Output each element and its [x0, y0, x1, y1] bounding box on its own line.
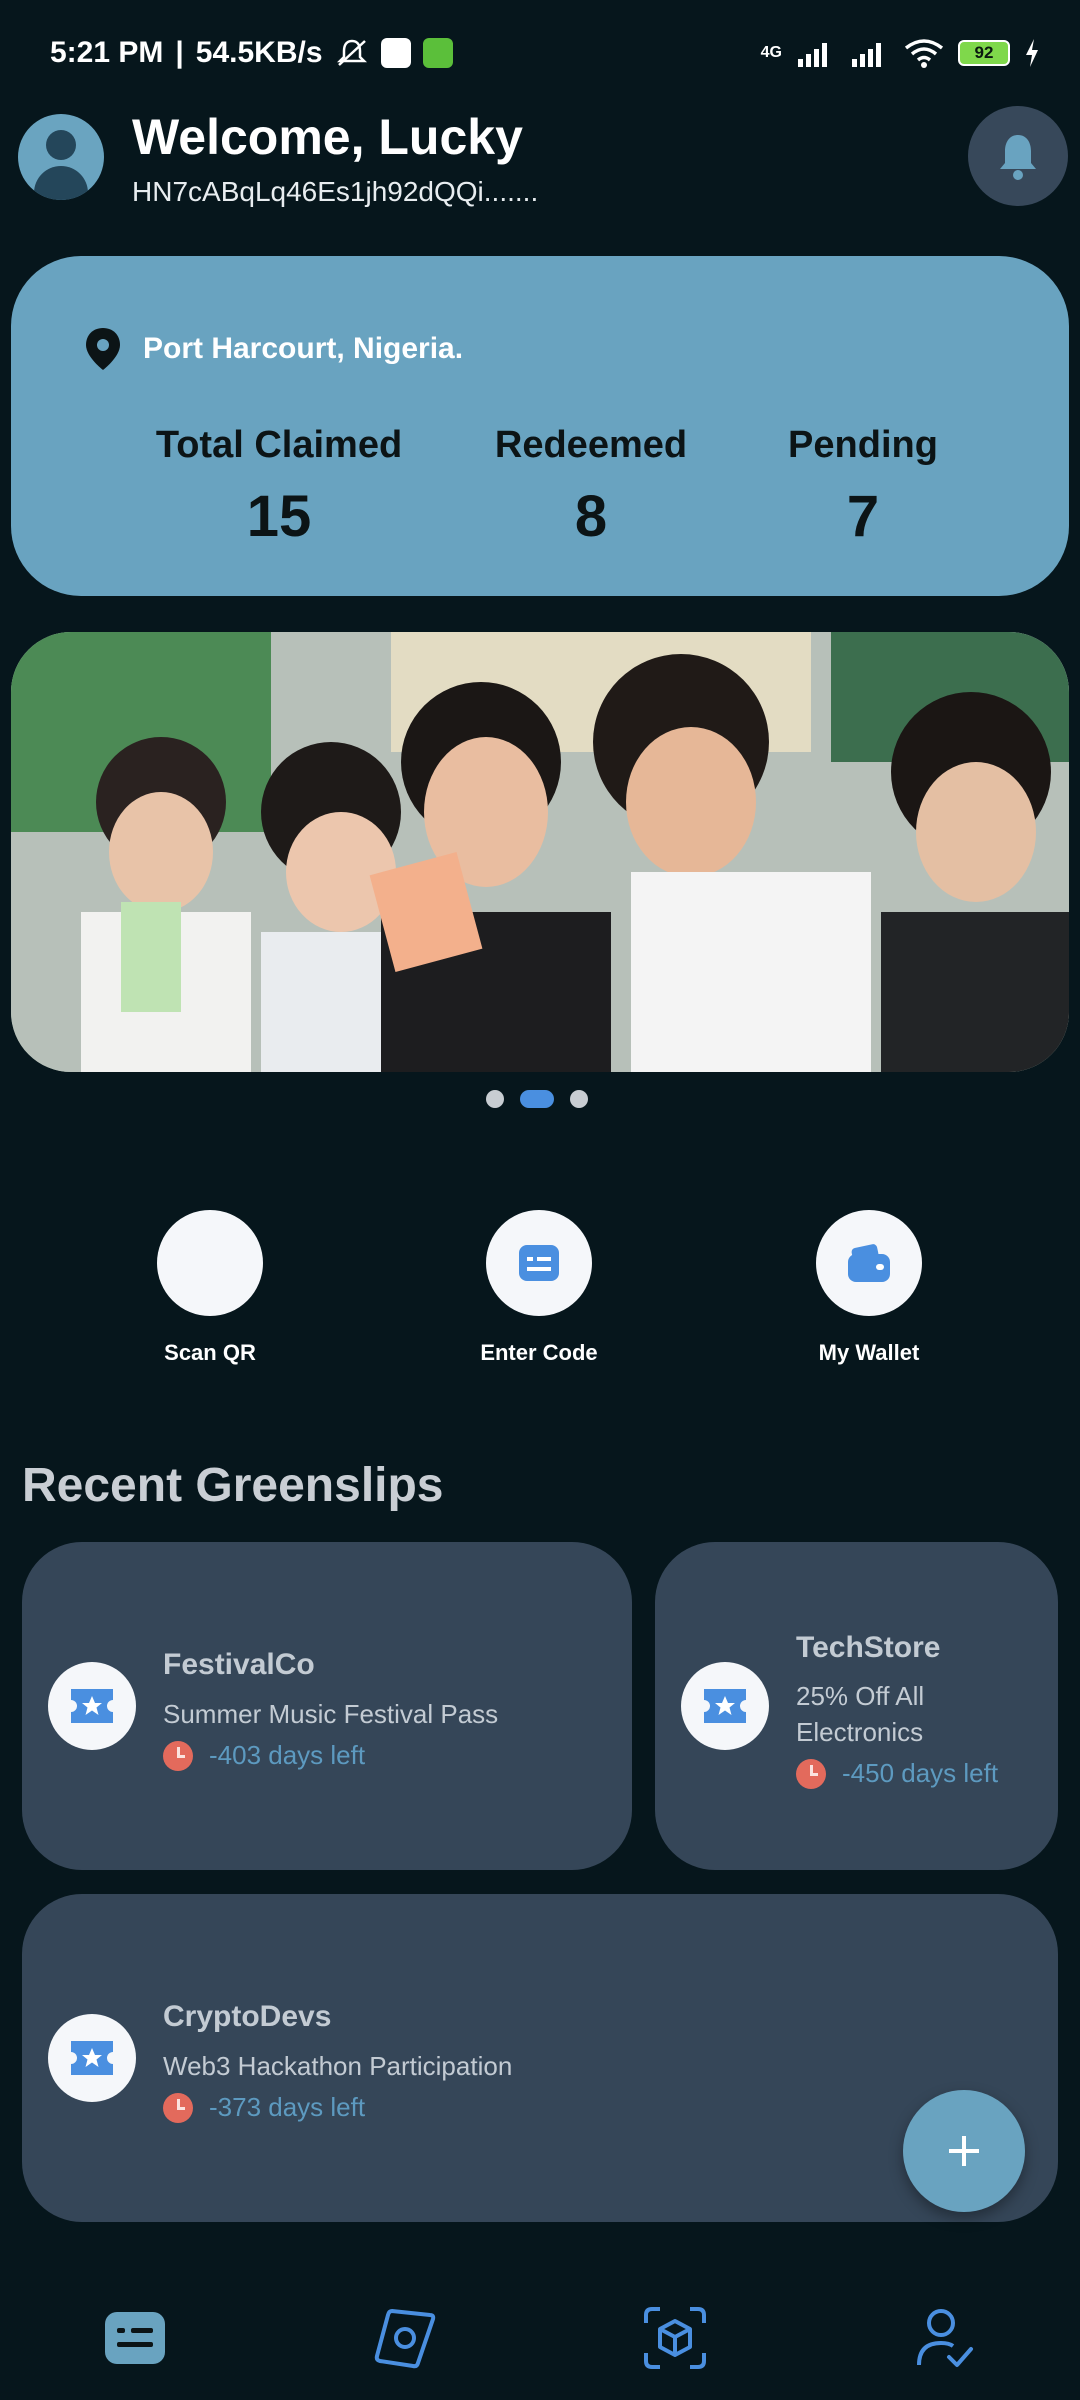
stat-label: Pending: [788, 424, 938, 466]
carousel-dot[interactable]: [486, 1090, 504, 1108]
ticket-icon-circle: [681, 1662, 769, 1750]
greenslip-description: 25% Off All Electronics: [796, 1681, 925, 1747]
status-bar: 5:21 PM | 54.5KB/s 4G 92: [0, 0, 1080, 112]
bottom-nav: [0, 2260, 1080, 2400]
location-pin-icon: [86, 328, 120, 370]
status-time: 5:21 PM: [50, 36, 164, 69]
status-bar-right: 4G 92: [761, 38, 1040, 68]
scan-qr-circle[interactable]: [157, 1210, 263, 1316]
welcome-title: Welcome, Lucky: [132, 109, 523, 165]
greenslip-expiry: -373 days left: [163, 2092, 365, 2123]
stat-label: Total Claimed: [155, 424, 403, 466]
ticket-icon: [71, 1689, 113, 1723]
my-wallet-button[interactable]: My Wallet: [759, 1210, 979, 1366]
plus-icon: [949, 2136, 979, 2166]
battery-indicator: 92: [958, 40, 1010, 66]
signal-icon: [798, 43, 827, 67]
status-bar-left: 5:21 PM | 54.5KB/s: [50, 36, 453, 70]
scan-qr-label: Scan QR: [164, 1340, 256, 1365]
enter-code-button[interactable]: Enter Code: [429, 1210, 649, 1366]
greenslip-days-left: -373 days left: [209, 2092, 366, 2122]
status-separator: |: [175, 36, 184, 69]
signal-icon-2: [852, 43, 881, 67]
wallet-address: HN7cABqLq46Es1jh92dQQi.......: [132, 176, 539, 207]
avatar[interactable]: [18, 114, 104, 200]
stat-pending: Pending 7: [713, 424, 1013, 550]
enter-code-circle[interactable]: [486, 1210, 592, 1316]
my-wallet-label: My Wallet: [818, 1340, 920, 1365]
stat-redeemed: Redeemed 8: [441, 424, 741, 550]
home-dashboard-icon: [105, 2312, 165, 2364]
ticket-icon: [71, 2041, 113, 2075]
greenslip-days-left: -403 days left: [209, 1740, 366, 1770]
location: Port Harcourt, Nigeria.: [83, 326, 463, 372]
location-text: Port Harcourt, Nigeria.: [143, 332, 464, 365]
greenslip-description: Summer Music Festival Pass: [163, 1699, 499, 1729]
explore-icon: [374, 2308, 436, 2369]
status-speed: 54.5KB/s: [195, 36, 323, 69]
carousel-dot-active[interactable]: [520, 1090, 554, 1108]
stat-total-claimed: Total Claimed 15: [129, 424, 429, 550]
scan-box-icon: [644, 2307, 706, 2369]
greenslip-card[interactable]: FestivalCo Summer Music Festival Pass -4…: [22, 1542, 632, 1870]
notifications-button[interactable]: [968, 106, 1068, 206]
clock-icon: [796, 1758, 826, 1789]
stat-label: Redeemed: [494, 424, 688, 466]
stat-value: 8: [574, 484, 608, 549]
profile-check-icon: [917, 2309, 973, 2367]
nav-scan[interactable]: [635, 2298, 715, 2378]
android-notification-icon: [422, 38, 453, 68]
nav-profile[interactable]: [905, 2298, 985, 2378]
greenslip-card[interactable]: TechStore 25% Off All Electronics -450 d…: [655, 1542, 1058, 1870]
scan-qr-button[interactable]: Scan QR: [100, 1210, 320, 1366]
banner-photo: [11, 632, 1069, 1072]
enter-code-label: Enter Code: [480, 1340, 598, 1365]
greenslip-merchant: CryptoDevs: [163, 2000, 332, 2033]
stats-card: Port Harcourt, Nigeria. Total Claimed 15…: [11, 256, 1069, 596]
section-title: Recent Greenslips: [22, 1459, 444, 1512]
greenslip-merchant: TechStore: [796, 1631, 941, 1664]
add-button[interactable]: [903, 2090, 1025, 2212]
greenslip-days-left: -450 days left: [842, 1758, 999, 1788]
nav-home[interactable]: [95, 2298, 175, 2378]
promo-banner-image[interactable]: [11, 632, 1069, 1072]
stat-value: 7: [846, 484, 880, 549]
greenslip-expiry: -403 days left: [163, 1740, 365, 1771]
network-type: 4G: [760, 44, 782, 61]
app-notification-icon: [380, 38, 411, 68]
wallet-icon: [848, 1244, 890, 1282]
clock-icon: [163, 1740, 193, 1771]
greenslip-description: Web3 Hackathon Participation: [163, 2051, 513, 2081]
stat-value: 15: [246, 484, 312, 549]
keyboard-icon: [519, 1245, 559, 1281]
mute-icon: [336, 39, 367, 66]
clock-icon: [163, 2092, 193, 2123]
carousel-indicator: [486, 1090, 588, 1108]
charging-icon: [1026, 39, 1038, 67]
nav-explore[interactable]: [365, 2298, 445, 2378]
greenslip-expiry: -450 days left: [796, 1758, 998, 1789]
ticket-icon-circle: [48, 2014, 136, 2102]
my-wallet-circle[interactable]: [816, 1210, 922, 1316]
bell-icon: [1000, 135, 1036, 180]
greenslip-card[interactable]: CryptoDevs Web3 Hackathon Participation …: [22, 1894, 1058, 2222]
ticket-icon: [704, 1689, 746, 1723]
ticket-icon-circle: [48, 1662, 136, 1750]
wifi-icon: [904, 39, 944, 68]
greenslip-merchant: FestivalCo: [163, 1648, 315, 1681]
carousel-dot[interactable]: [570, 1090, 588, 1108]
